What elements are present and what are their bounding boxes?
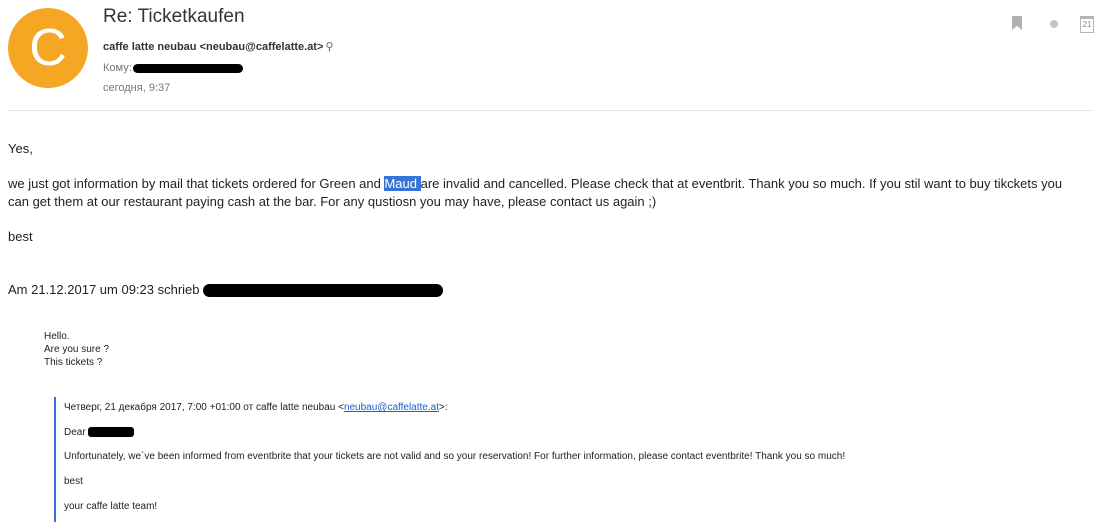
quote2-header-prefix: Четверг, 21 декабря 2017, 7:00 +01:00 от… (64, 402, 344, 413)
quote2-email-link[interactable]: neubau@caffelatte.at (344, 402, 439, 413)
para-line2: can get them at our restaurant paying ca… (8, 194, 657, 209)
to-label: Кому: (103, 62, 132, 74)
header-divider (8, 110, 1093, 111)
quote2-body: Unfortunately, we´ve been informed from … (64, 451, 846, 462)
message-body: Yes, we just got information by mail tha… (8, 140, 1096, 299)
greeting: Yes, (8, 141, 33, 156)
sender-name-email[interactable]: caffe latte neubau <neubau@caffelatte.at… (103, 41, 323, 53)
para-part2: are invalid and cancelled. Please check … (420, 176, 1063, 191)
selected-text: Maud (384, 176, 421, 191)
quote-line: Hello. (44, 331, 70, 342)
quote2-header: Четверг, 21 декабря 2017, 7:00 +01:00 от… (64, 402, 448, 413)
quote2-signature: your caffe latte team! (64, 501, 158, 512)
email-subject: Re: Ticketkaufen (103, 6, 245, 27)
para-part1: we just got information by mail that tic… (8, 176, 385, 191)
sender-line[interactable]: caffe latte neubau <neubau@caffelatte.at… (103, 40, 333, 53)
main-paragraph: we just got information by mail that tic… (8, 175, 1096, 211)
calendar-icon[interactable]: 21 (1080, 16, 1094, 33)
redacted-recipient (132, 63, 243, 73)
quote-header-text: Am 21.12.2017 um 09:23 schrieb (8, 282, 200, 297)
closing: best (8, 229, 33, 244)
recipient-line: Кому: (103, 62, 243, 74)
quote-line: Are you sure ? (44, 344, 110, 355)
quote-header: Am 21.12.2017 um 09:23 schrieb (8, 281, 1096, 299)
avatar-letter: C (29, 19, 67, 77)
quote-line: This tickets ? (44, 357, 103, 368)
sender-avatar[interactable]: C (8, 8, 88, 88)
quote2-dear-text: Dear (64, 427, 86, 438)
quoted-original-message: Четверг, 21 декабря 2017, 7:00 +01:00 от… (54, 397, 1086, 522)
bookmark-icon[interactable] (1012, 16, 1022, 30)
quote2-best: best (64, 476, 83, 487)
quoted-reply: Hello. Are you sure ? This tickets ? (44, 330, 109, 369)
quote2-header-suffix: >: (438, 402, 448, 413)
redacted-quote-sender (203, 284, 444, 298)
magnifier-icon[interactable]: ⚲ (325, 41, 333, 53)
status-dot-icon[interactable] (1050, 20, 1058, 28)
quote2-dear: Dear (64, 427, 135, 438)
redacted-name (88, 427, 135, 438)
email-date: сегодня, 9:37 (103, 82, 171, 94)
